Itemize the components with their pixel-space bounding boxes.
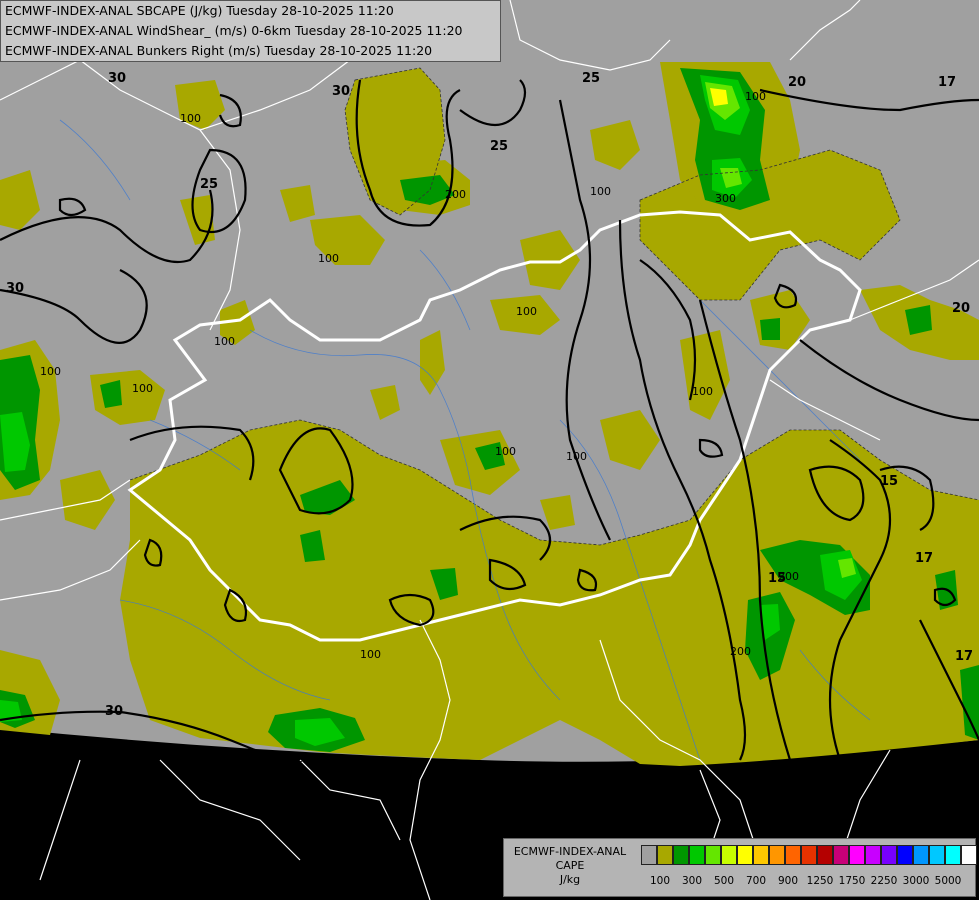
cape-label: 100 [516, 305, 537, 318]
shear-label: 30 [105, 704, 123, 719]
legend-tick-label: 2250 [870, 875, 898, 887]
legend-title-line2: CAPE [555, 859, 585, 872]
legend-swatch [817, 845, 833, 865]
legend-swatch [657, 845, 673, 865]
legend-tick-label: 100 [649, 875, 671, 887]
legend-swatch [833, 845, 849, 865]
legend-swatch [673, 845, 689, 865]
legend-tick-label: 3000 [902, 875, 930, 887]
shear-label: 30 [108, 71, 126, 86]
shear-label: 25 [490, 139, 508, 154]
cape-label: 100 [566, 450, 587, 463]
legend-swatch [961, 845, 977, 865]
cape-label: 100 [590, 185, 611, 198]
legend-swatch [641, 845, 657, 865]
legend-swatch [721, 845, 737, 865]
shear-label: 30 [6, 281, 24, 296]
shear-label: 20 [788, 75, 806, 90]
legend-swatch [801, 845, 817, 865]
legend-swatch [945, 845, 961, 865]
weather-map: 100 100 100 100 100 100 100 100 100 100 … [0, 0, 979, 900]
legend-swatch [705, 845, 721, 865]
shear-label: 30 [332, 84, 350, 99]
cape-legend: ECMWF-INDEX-ANAL CAPE J/kg 100 300 500 700 9… [503, 838, 977, 897]
legend-swatch [753, 845, 769, 865]
cape-label: 200 [730, 645, 751, 658]
cape-label: 200 [296, 752, 317, 765]
shear-label: 15 [768, 571, 786, 586]
cape-label: 100 [745, 90, 766, 103]
title-line-windshear: ECMWF-INDEX-ANAL WindShear_ (m/s) 0-6km … [5, 23, 463, 38]
legend-title-line1: ECMWF-INDEX-ANAL [513, 845, 627, 858]
legend-tick-label: 900 [777, 875, 799, 887]
legend-tick-label: 1250 [806, 875, 834, 887]
legend-swatch [785, 845, 801, 865]
cape-label: 200 [445, 188, 466, 201]
legend-swatch [689, 845, 705, 865]
cape-label: 100 [40, 365, 61, 378]
legend-swatch [865, 845, 881, 865]
legend-title: ECMWF-INDEX-ANAL CAPE J/kg [504, 845, 636, 887]
title-line-bunkers: ECMWF-INDEX-ANAL Bunkers Right (m/s) Tue… [5, 43, 433, 58]
legend-unit: J/kg [559, 873, 581, 886]
legend-tick-label: 300 [681, 875, 703, 887]
legend-tick-label: 5000 [934, 875, 962, 887]
legend-swatch [881, 845, 897, 865]
cape-label: 100 [318, 252, 339, 265]
shear-label: 25 [200, 177, 218, 192]
cape-label: 100 [360, 648, 381, 661]
title-box: ECMWF-INDEX-ANAL SBCAPE (J/kg) Tuesday 2… [0, 0, 501, 62]
cape-label: 100 [214, 335, 235, 348]
legend-tick-label: 1750 [838, 875, 866, 887]
legend-swatch [737, 845, 753, 865]
shear-label: 17 [955, 649, 973, 664]
cape-label: 100 [132, 382, 153, 395]
legend-swatch [913, 845, 929, 865]
legend-swatch [769, 845, 785, 865]
cape-label: 100 [16, 735, 37, 748]
legend-swatch [929, 845, 945, 865]
shear-label: 17 [915, 551, 933, 566]
cape-label: 300 [715, 192, 736, 205]
legend-swatch [897, 845, 913, 865]
shear-label: 30 [185, 747, 203, 762]
cape-label: 100 [692, 385, 713, 398]
shear-label: 25 [582, 71, 600, 86]
title-line-cape: ECMWF-INDEX-ANAL SBCAPE (J/kg) Tuesday 2… [5, 3, 394, 18]
legend-tick-label: 500 [713, 875, 735, 887]
cape-label: 100 [495, 445, 516, 458]
shear-label: 20 [952, 301, 970, 316]
shear-label: 17 [938, 75, 956, 90]
cape-label: 100 [180, 112, 201, 125]
legend-tick-label: 700 [745, 875, 767, 887]
legend-swatches [641, 845, 977, 867]
shear-label: 15 [880, 474, 898, 489]
legend-swatch [849, 845, 865, 865]
